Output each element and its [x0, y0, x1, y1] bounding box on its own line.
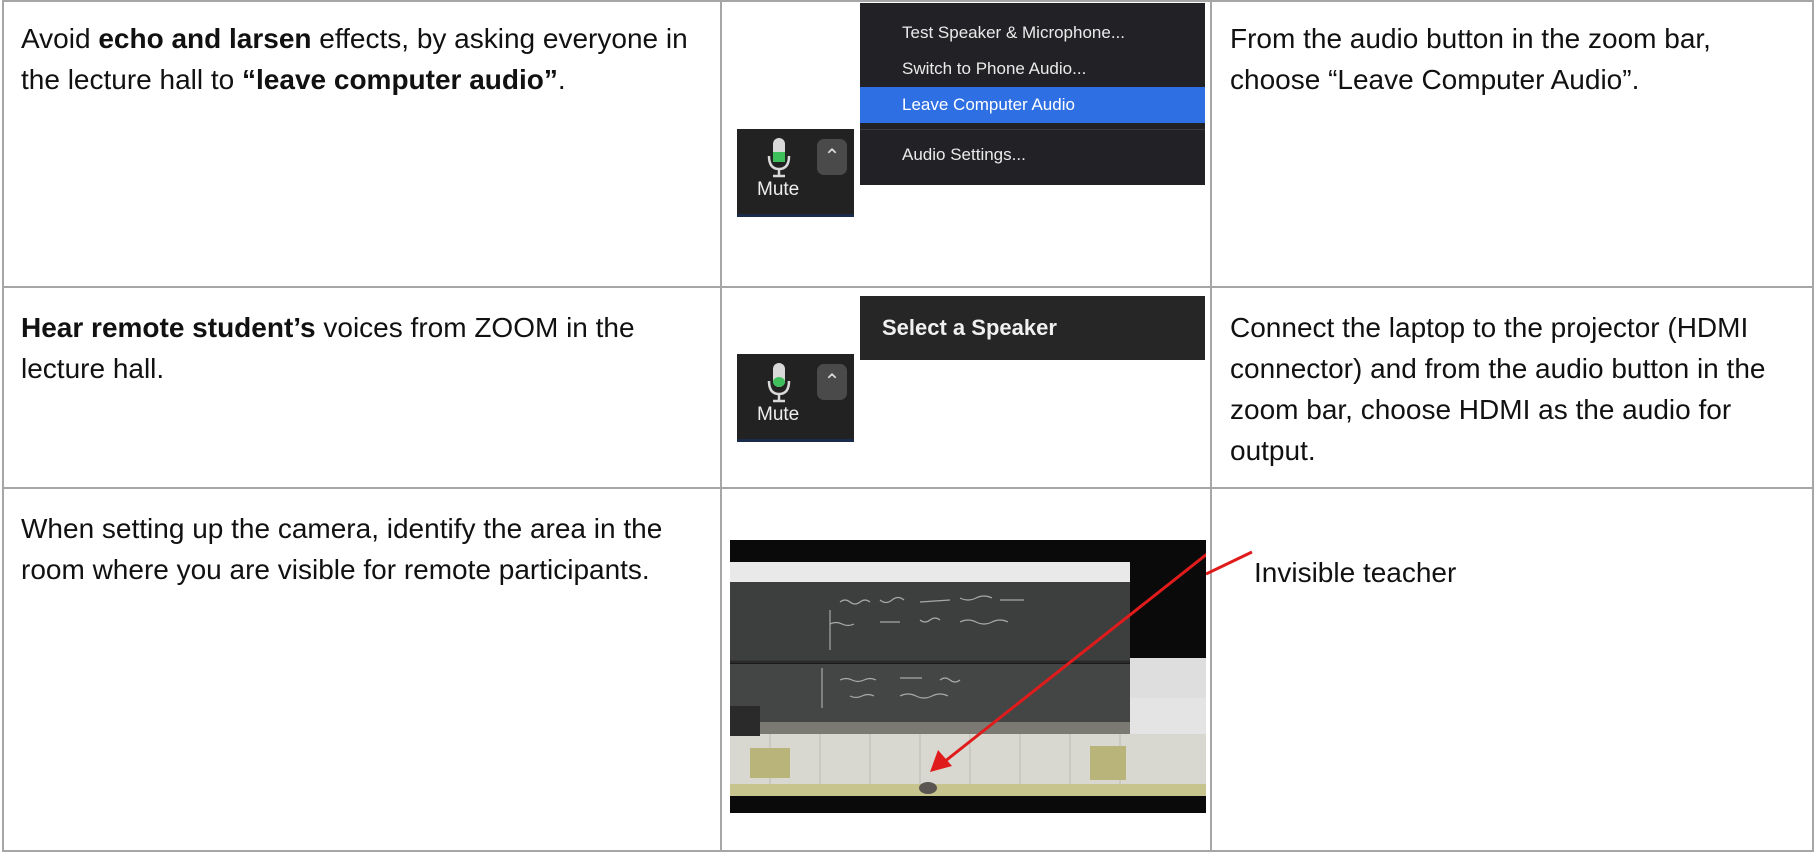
bold-text-segment: echo and larsen: [98, 23, 312, 54]
table-border-left: [2, 0, 4, 852]
row-divider-1: [2, 286, 1814, 288]
select-speaker-popup[interactable]: Select a Speaker: [860, 296, 1205, 360]
text-segment: When setting up the camera, identify the…: [21, 513, 663, 585]
column-divider-2: [1210, 0, 1212, 852]
row-3-left-text: When setting up the camera, identify the…: [21, 508, 711, 590]
menu-item-leave-computer-audio[interactable]: Leave Computer Audio: [860, 87, 1205, 123]
bold-text-segment: “leave computer audio”: [242, 64, 558, 95]
mute-label: Mute: [757, 179, 800, 200]
microphone-icon: [767, 138, 791, 178]
row-2-right-text: Connect the laptop to the projector (HDM…: [1230, 312, 1766, 466]
menu-item-audio-settings[interactable]: Audio Settings...: [860, 137, 1205, 173]
mute-label: Mute: [757, 404, 800, 425]
menu-item-switch-phone-audio[interactable]: Switch to Phone Audio...: [860, 51, 1205, 87]
row-1-right-text: From the audio button in the zoom bar, c…: [1230, 23, 1711, 95]
audio-options-menu: Test Speaker & Microphone... Switch to P…: [860, 3, 1205, 185]
column-divider-1: [720, 0, 722, 852]
bold-text-segment: Hear remote student’s: [21, 312, 316, 343]
chevron-up-icon[interactable]: ⌃: [817, 364, 847, 400]
text-segment: .: [557, 64, 566, 95]
menu-separator: [860, 129, 1205, 130]
microphone-icon: [767, 363, 791, 403]
chevron-up-icon[interactable]: ⌃: [817, 139, 847, 175]
table-border-top: [2, 0, 1814, 2]
row-divider-2: [2, 487, 1814, 489]
invisible-teacher-label: Invisible teacher: [1254, 557, 1457, 588]
menu-item-test-speaker[interactable]: Test Speaker & Microphone...: [860, 15, 1205, 51]
arrow-icon: [1206, 550, 1253, 576]
row-1-left-text: Avoid echo and larsen effects, by asking…: [21, 18, 711, 100]
mute-button[interactable]: ⌃ Mute: [737, 129, 854, 217]
text-segment: Avoid: [21, 23, 99, 54]
mute-button[interactable]: ⌃ Mute: [737, 354, 854, 442]
row-2-left-text: Hear remote student’s voices from ZOOM i…: [21, 307, 711, 389]
lecture-hall-camera-photo: [730, 540, 1206, 813]
